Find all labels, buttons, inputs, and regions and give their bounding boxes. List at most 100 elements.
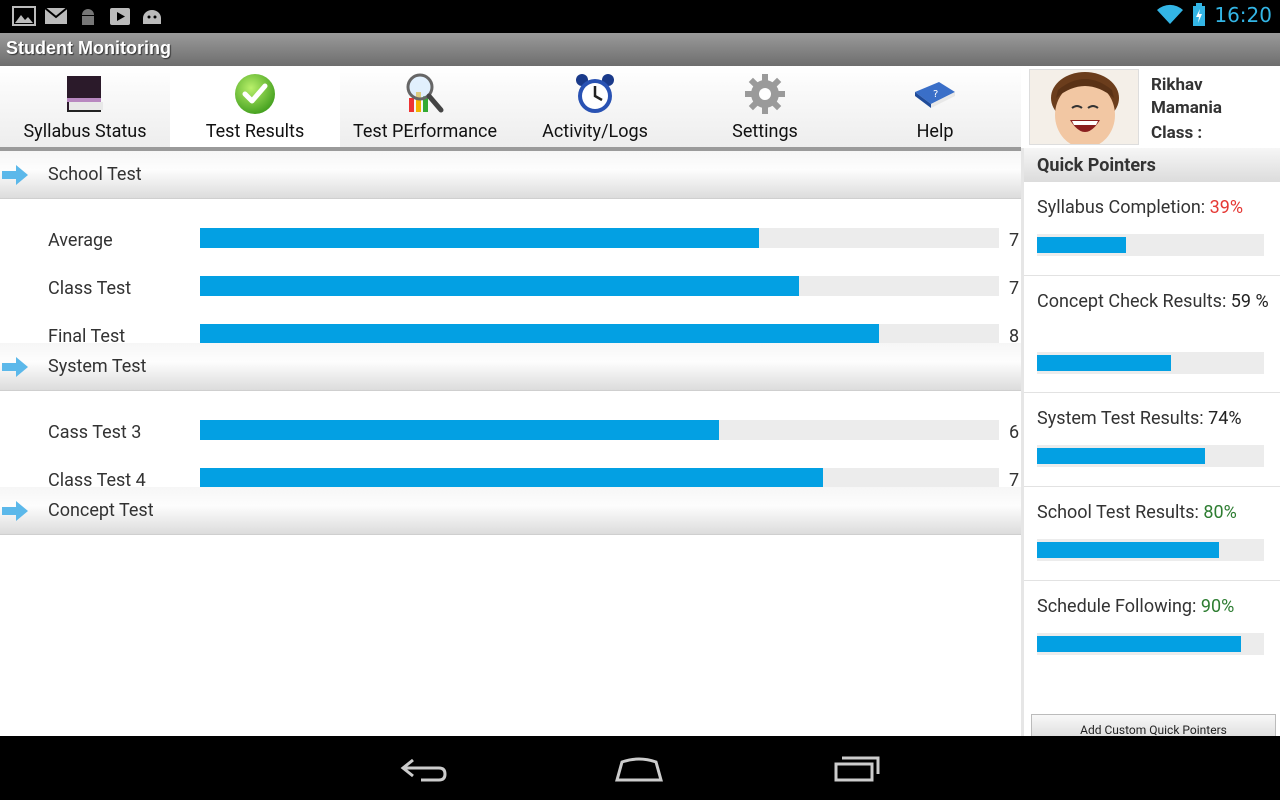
tab-bar: Syllabus Status Test Results Test PErfor… [0, 66, 1021, 151]
quick-pointer-bar-fill [1037, 542, 1219, 558]
tab-settings[interactable]: Settings [680, 66, 850, 147]
quick-pointers-panel: Quick Pointers Syllabus Completion: 39% … [1021, 148, 1280, 744]
result-value: 7 [1009, 230, 1020, 251]
section-header-school-test[interactable]: School Test [0, 151, 1021, 199]
quick-pointer-item: Concept Check Results: 59 % [1024, 276, 1280, 393]
quick-pointer-name: Syllabus Completion: [1037, 197, 1206, 218]
quick-pointer-name: Concept Check Results: [1037, 291, 1227, 312]
tab-syllabus-status[interactable]: Syllabus Status [0, 66, 170, 147]
student-first-name: Rikhav [1151, 75, 1203, 95]
quick-pointer-value: 39% [1209, 197, 1244, 218]
tab-test-results[interactable]: Test Results [170, 66, 340, 147]
result-row: Cass Test 3 6 [0, 420, 1021, 450]
quick-pointer-bar-track [1037, 234, 1264, 256]
home-icon[interactable] [614, 754, 664, 784]
section-title: System Test [48, 356, 147, 377]
quick-pointer-label: System Test Results: 74% [1037, 407, 1271, 430]
quick-pointer-bar-fill [1037, 448, 1205, 464]
section-title: School Test [48, 164, 142, 185]
quick-pointer-bar-fill [1037, 237, 1126, 253]
result-label: Average [48, 230, 113, 251]
section-title: Concept Test [48, 500, 154, 521]
status-bar: 16:20 [0, 0, 1280, 33]
arrow-right-icon [2, 501, 28, 521]
tab-label: Test Results [205, 121, 305, 142]
tab-activity-logs[interactable]: Activity/Logs [510, 66, 680, 147]
result-bar-track [200, 276, 999, 296]
quick-pointer-item: System Test Results: 74% [1024, 393, 1280, 487]
result-bar-track [200, 468, 999, 488]
quick-pointer-name: School Test Results: [1037, 502, 1199, 523]
recent-apps-icon[interactable] [832, 754, 882, 784]
checkmark-icon [235, 74, 275, 114]
tab-label: Activity/Logs [542, 121, 648, 142]
result-bar-fill [200, 420, 720, 440]
student-photo [1030, 70, 1138, 144]
result-value: 7 [1009, 278, 1020, 299]
android-notification-icon [143, 10, 161, 24]
help-book-icon: ? [915, 82, 955, 108]
android-debug-icon [82, 9, 94, 25]
result-row: Average 7 [0, 228, 1021, 258]
student-class: Class : [1151, 123, 1203, 143]
quick-pointers-title: Quick Pointers [1037, 155, 1156, 176]
quick-pointer-bar-track [1037, 445, 1264, 467]
tab-help[interactable]: ? Help [850, 66, 1020, 147]
avatar [1029, 69, 1139, 145]
result-bar-fill [200, 276, 800, 296]
result-row: Class Test 7 [0, 276, 1021, 306]
play-store-notification-icon [110, 8, 130, 25]
result-bar-fill [200, 324, 880, 344]
student-last-name: Mamania [1151, 98, 1222, 118]
result-bar-track [200, 324, 999, 344]
app-title: Student Monitoring [6, 38, 171, 58]
section-header-system-test[interactable]: System Test [0, 343, 1021, 391]
quick-pointer-item: Syllabus Completion: 39% [1024, 182, 1280, 276]
back-icon[interactable] [399, 754, 449, 784]
result-bar-track [200, 420, 999, 440]
quick-pointer-item: Schedule Following: 90% [1024, 581, 1280, 675]
result-label: Class Test [48, 278, 132, 299]
quick-pointer-value: 59 % [1230, 291, 1269, 312]
result-value: 6 [1009, 422, 1020, 443]
quick-pointer-bar-track [1037, 539, 1264, 561]
gear-icon [745, 74, 785, 114]
result-label: Cass Test 3 [48, 422, 142, 443]
action-bar: Student Monitoring [0, 33, 1280, 66]
quick-pointer-value: 74% [1208, 408, 1242, 429]
arrow-right-icon [2, 357, 28, 377]
quick-pointer-name: System Test Results: [1037, 408, 1204, 429]
quick-pointer-label: School Test Results: 80% [1037, 501, 1271, 524]
quick-pointer-value: 80% [1203, 502, 1237, 523]
svg-text:?: ? [933, 89, 938, 100]
quick-pointer-label: Concept Check Results: 59 % [1037, 290, 1271, 313]
tab-label: Help [916, 121, 954, 142]
quick-pointer-value: 90% [1200, 596, 1235, 617]
student-name: Rikhav Mamania [1151, 74, 1276, 120]
quick-pointer-bar-fill [1037, 355, 1171, 371]
quick-pointer-bar-track [1037, 633, 1264, 655]
app-content: Syllabus Status Test Results Test PErfor… [0, 66, 1280, 744]
arrow-right-icon [2, 165, 28, 185]
wifi-icon [1157, 4, 1184, 24]
test-results-panel: School Test Average 7 Class Test 7 Final… [0, 151, 1021, 736]
quick-pointer-item: School Test Results: 80% [1024, 487, 1280, 581]
tab-test-performance[interactable]: Test PErformance [340, 66, 510, 147]
quick-pointer-name: Schedule Following: [1037, 596, 1197, 617]
result-bar-track [200, 228, 999, 248]
navigation-bar [0, 736, 1280, 800]
section-header-concept-test[interactable]: Concept Test [0, 487, 1021, 535]
tab-label: Test PErformance [353, 121, 497, 142]
quick-pointer-label: Schedule Following: 90% [1037, 595, 1271, 618]
tab-label: Syllabus Status [23, 121, 147, 142]
gmail-notification-icon [44, 7, 68, 24]
quick-pointer-bar-fill [1037, 636, 1242, 652]
quick-pointer-bar-track [1037, 352, 1264, 374]
result-bar-fill [200, 468, 824, 488]
quick-pointer-label: Syllabus Completion: 39% [1037, 196, 1271, 219]
battery-charging-icon [1193, 3, 1206, 26]
tab-label: Settings [732, 121, 798, 142]
quick-pointers-header: Quick Pointers [1024, 148, 1280, 182]
alarm-clock-icon [576, 74, 614, 113]
notebook-icon [67, 76, 103, 112]
